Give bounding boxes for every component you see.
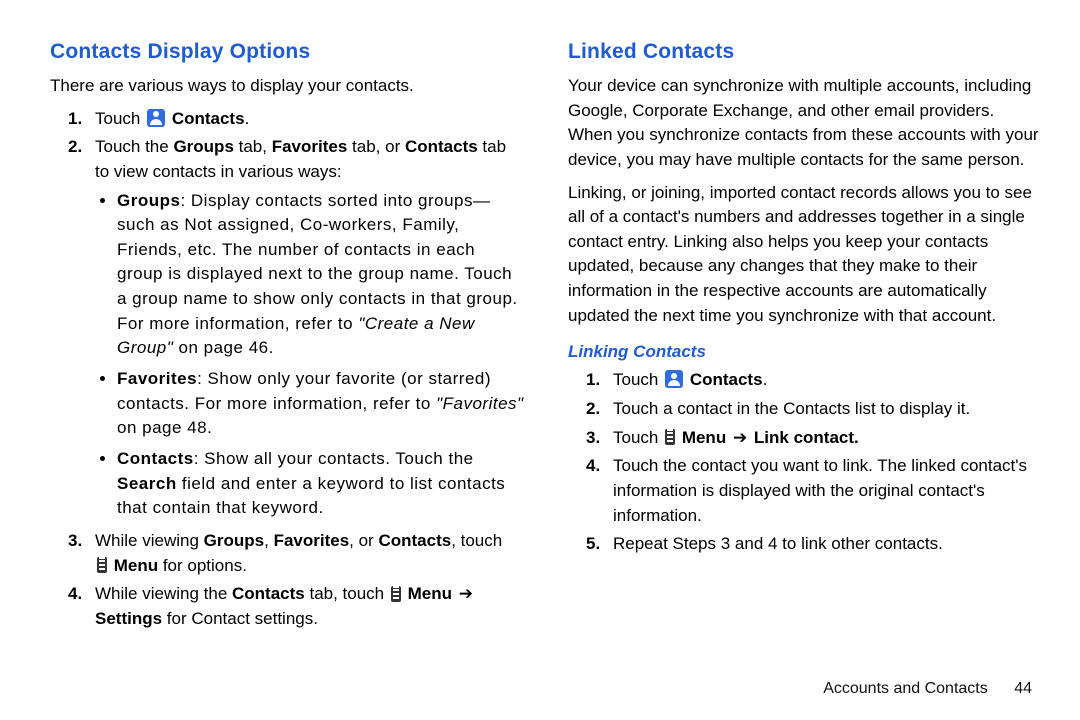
step4-contacts: Contacts: [232, 584, 305, 603]
bullet-favorites: Favorites: Show only your favorite (or s…: [117, 367, 524, 441]
step3-contacts: Contacts: [378, 531, 451, 550]
heading-contacts-display-options: Contacts Display Options: [50, 40, 524, 64]
r3-menu: Menu: [677, 428, 731, 447]
rstep-5: 5. Repeat Steps 3 and 4 to link other co…: [568, 532, 1042, 557]
heading-linked-contacts: Linked Contacts: [568, 40, 1042, 64]
r2-c: to display it.: [876, 399, 971, 418]
page-footer: Accounts and Contacts 44: [823, 680, 1032, 698]
bullet-fav-more-a: For more information, refer to: [195, 394, 436, 413]
menu-icon: [665, 429, 675, 445]
step-2: 2. Touch the Groups tab, Favorites tab, …: [50, 135, 524, 521]
step-3: 3. While viewing Groups, Favorites, or C…: [50, 529, 524, 578]
contacts-icon: [147, 109, 165, 127]
bullet-fav-more-b: on page 48.: [117, 418, 212, 437]
step2-groups: Groups: [173, 137, 233, 156]
arrow-icon: ➔: [457, 582, 475, 607]
step1-text-a: Touch: [95, 109, 145, 128]
menu-icon: [391, 586, 401, 602]
step4-settings: Settings: [95, 609, 162, 628]
bullet-groups-more-a: For more information, refer to: [117, 314, 358, 333]
r2-b: Contacts list: [783, 399, 876, 418]
rstep-4: 4. Touch the contact you want to link. T…: [568, 454, 1042, 528]
step-4: 4. While viewing the Contacts tab, touch…: [50, 582, 524, 631]
bullet-cont-l1: : Show all your contacts. Touch the: [194, 449, 474, 468]
bullet-groups: Groups: Display contacts sorted into gro…: [117, 189, 524, 361]
bullet-groups-more-b: on page 46.: [173, 338, 274, 357]
r1-contacts: Contacts: [685, 370, 762, 389]
rstep-1: 1. Touch Contacts.: [568, 368, 1042, 393]
r1-c: .: [763, 370, 768, 389]
arrow-icon: ➔: [731, 426, 749, 451]
footer-page-number: 44: [1014, 680, 1032, 697]
step3-d: , touch: [451, 531, 502, 550]
bullet-groups-lead: Groups: [117, 191, 180, 210]
r2-a: Touch a contact in the: [613, 399, 783, 418]
step4-c: for Contact settings.: [162, 609, 318, 628]
r3-a: Touch: [613, 428, 663, 447]
step3-a: While viewing: [95, 531, 204, 550]
bullet-cont-search: Search: [117, 474, 177, 493]
step3-menu: Menu: [109, 556, 158, 575]
linked-p2: Linking, or joining, imported contact re…: [568, 181, 1042, 329]
step3-e: for options.: [158, 556, 247, 575]
rstep-2: 2. Touch a contact in the Contacts list …: [568, 397, 1042, 422]
step3-favorites: Favorites: [274, 531, 350, 550]
menu-icon: [97, 557, 107, 573]
r3-link-contact: Link contact.: [749, 428, 859, 447]
bullet-contacts: Contacts: Show all your contacts. Touch …: [117, 447, 524, 521]
step3-b: ,: [264, 531, 273, 550]
r5-text: Repeat Steps 3 and 4 to link other conta…: [613, 534, 943, 553]
r1-a: Touch: [613, 370, 663, 389]
step2-b: tab,: [234, 137, 272, 156]
step-1: 1. Touch Contacts.: [50, 107, 524, 132]
step2-favorites: Favorites: [272, 137, 348, 156]
rstep-3: 3. Touch Menu ➔ Link contact.: [568, 426, 1042, 451]
linked-p1: Your device can synchronize with multipl…: [568, 74, 1042, 173]
step2-contacts: Contacts: [405, 137, 478, 156]
step3-c: , or: [349, 531, 378, 550]
footer-section: Accounts and Contacts: [823, 680, 988, 697]
r4-text: Touch the contact you want to link. The …: [613, 456, 1027, 524]
step2-c: tab, or: [347, 137, 405, 156]
subheading-linking-contacts: Linking Contacts: [568, 342, 1042, 362]
bullet-cont-lead: Contacts: [117, 449, 194, 468]
intro-text: There are various ways to display your c…: [50, 74, 524, 99]
step2-a: Touch the: [95, 137, 173, 156]
step4-menu: Menu: [403, 584, 457, 603]
step4-b: tab, touch: [305, 584, 389, 603]
contacts-icon: [665, 370, 683, 388]
bullet-fav-lead: Favorites: [117, 369, 197, 388]
step4-a: While viewing the: [95, 584, 232, 603]
step3-groups: Groups: [204, 531, 264, 550]
bullet-fav-more-i: "Favorites": [436, 394, 523, 413]
step1-contacts-label: Contacts: [167, 109, 244, 128]
step1-text-c: .: [245, 109, 250, 128]
